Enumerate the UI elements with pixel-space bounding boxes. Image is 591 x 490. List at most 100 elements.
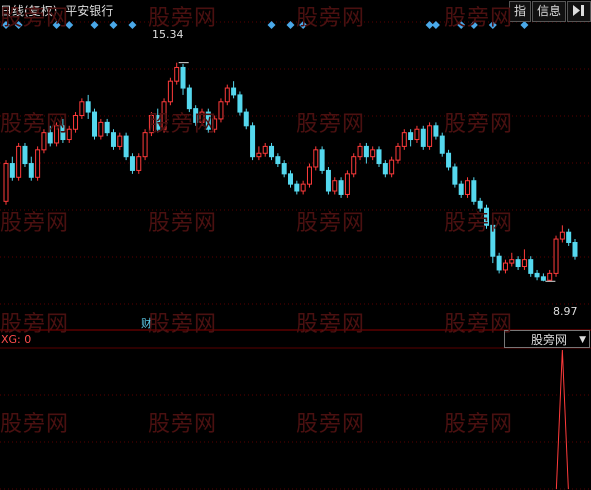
candle-body — [528, 259, 534, 274]
candle-body — [180, 66, 186, 89]
candles — [3, 62, 578, 282]
candle-body — [357, 145, 363, 158]
high-price-label: 15.34 — [152, 28, 184, 41]
candle-body — [496, 255, 502, 271]
candle-body — [509, 259, 515, 264]
candle-body — [401, 132, 407, 147]
candle-body — [66, 128, 72, 141]
candle-body — [439, 135, 445, 154]
exit-icon — [573, 5, 584, 16]
candle-body — [547, 272, 553, 281]
candle-body — [370, 149, 376, 158]
candle-body — [566, 231, 572, 243]
candle-body — [389, 159, 395, 175]
dropdown-value: 股旁网 — [531, 333, 568, 347]
candle-body — [502, 262, 508, 271]
xg-signal-spike — [555, 349, 569, 490]
candle-body — [382, 163, 388, 175]
candle-body — [47, 132, 53, 144]
candle-body — [186, 87, 192, 110]
candle-body — [325, 169, 331, 192]
period-label: 日线(复权) — [0, 4, 58, 18]
finance-badge: 财 — [141, 317, 152, 330]
candle-body — [338, 180, 344, 195]
candle-body — [193, 108, 199, 123]
candle-body — [490, 224, 496, 257]
candle-body — [395, 145, 401, 161]
candle-body — [231, 87, 237, 96]
candle-body — [344, 173, 350, 195]
candle-body — [288, 173, 293, 185]
candle-body — [477, 200, 483, 209]
candle-body — [3, 163, 9, 202]
stock-name: 平安银行 — [65, 4, 114, 18]
candle-body — [79, 101, 85, 117]
candle-body — [262, 145, 268, 154]
indicator-dropdown[interactable]: 股旁网 ▼ — [504, 330, 590, 348]
xg-signal — [555, 349, 569, 490]
signal-diamond — [431, 21, 440, 29]
candle-body — [129, 156, 135, 171]
candle-body — [123, 135, 129, 158]
candle-body — [218, 101, 224, 120]
candle-body — [35, 149, 41, 178]
candlestick-chart — [0, 21, 591, 490]
candle-body — [60, 125, 66, 141]
exit-button[interactable] — [567, 1, 591, 22]
candle-body — [408, 132, 414, 141]
signal-diamond — [286, 21, 295, 29]
candle-body — [465, 180, 471, 195]
candle-body — [16, 145, 22, 178]
chart-title: 日线(复权) 平安银行 — [0, 2, 117, 20]
candle-body — [250, 125, 256, 158]
candle-body — [363, 145, 369, 158]
candle-body — [136, 156, 142, 171]
candle-body — [199, 111, 205, 123]
candle-body — [237, 94, 243, 113]
candle-body — [420, 128, 426, 147]
candle-body — [167, 80, 173, 103]
candle-body — [110, 132, 116, 147]
candle-body — [458, 183, 464, 195]
candle-body — [205, 111, 211, 130]
candle-body — [174, 66, 180, 82]
candle-body — [332, 180, 338, 192]
candle-body — [572, 241, 578, 257]
candle-body — [85, 101, 91, 113]
candle-body — [376, 149, 382, 165]
index-button[interactable]: 指 — [508, 1, 531, 22]
candle-body — [256, 152, 262, 158]
low-price-label: 8.97 — [553, 305, 578, 318]
signal-diamond — [520, 21, 529, 29]
candle-body — [142, 132, 148, 158]
candle-body — [161, 101, 167, 130]
candle-body — [306, 166, 312, 185]
high-low-markers — [178, 62, 556, 282]
candle-body — [559, 231, 565, 240]
candle-body — [148, 115, 154, 134]
candle-body — [54, 125, 60, 144]
candle-body — [9, 163, 15, 178]
candle-body — [243, 111, 249, 127]
candle-body — [28, 163, 34, 178]
candle-body — [212, 118, 218, 130]
candle-body — [483, 207, 489, 226]
candle-body — [452, 166, 458, 185]
candle-body — [515, 259, 521, 268]
candle-body — [275, 156, 281, 165]
candle-body — [41, 132, 47, 151]
info-button[interactable]: 信息 — [531, 1, 566, 22]
candle-body — [281, 163, 287, 175]
candle-body — [98, 121, 104, 137]
candle-body — [104, 121, 110, 134]
candle-body — [294, 183, 300, 192]
grid-lines — [0, 21, 591, 490]
candle-body — [540, 276, 546, 281]
signal-diamond — [14, 21, 23, 29]
candle-body — [92, 111, 98, 137]
candle-body — [117, 135, 123, 147]
signal-diamond — [52, 21, 61, 29]
candle-body — [553, 238, 559, 274]
candle-body — [224, 87, 230, 103]
candle-body — [433, 125, 439, 137]
